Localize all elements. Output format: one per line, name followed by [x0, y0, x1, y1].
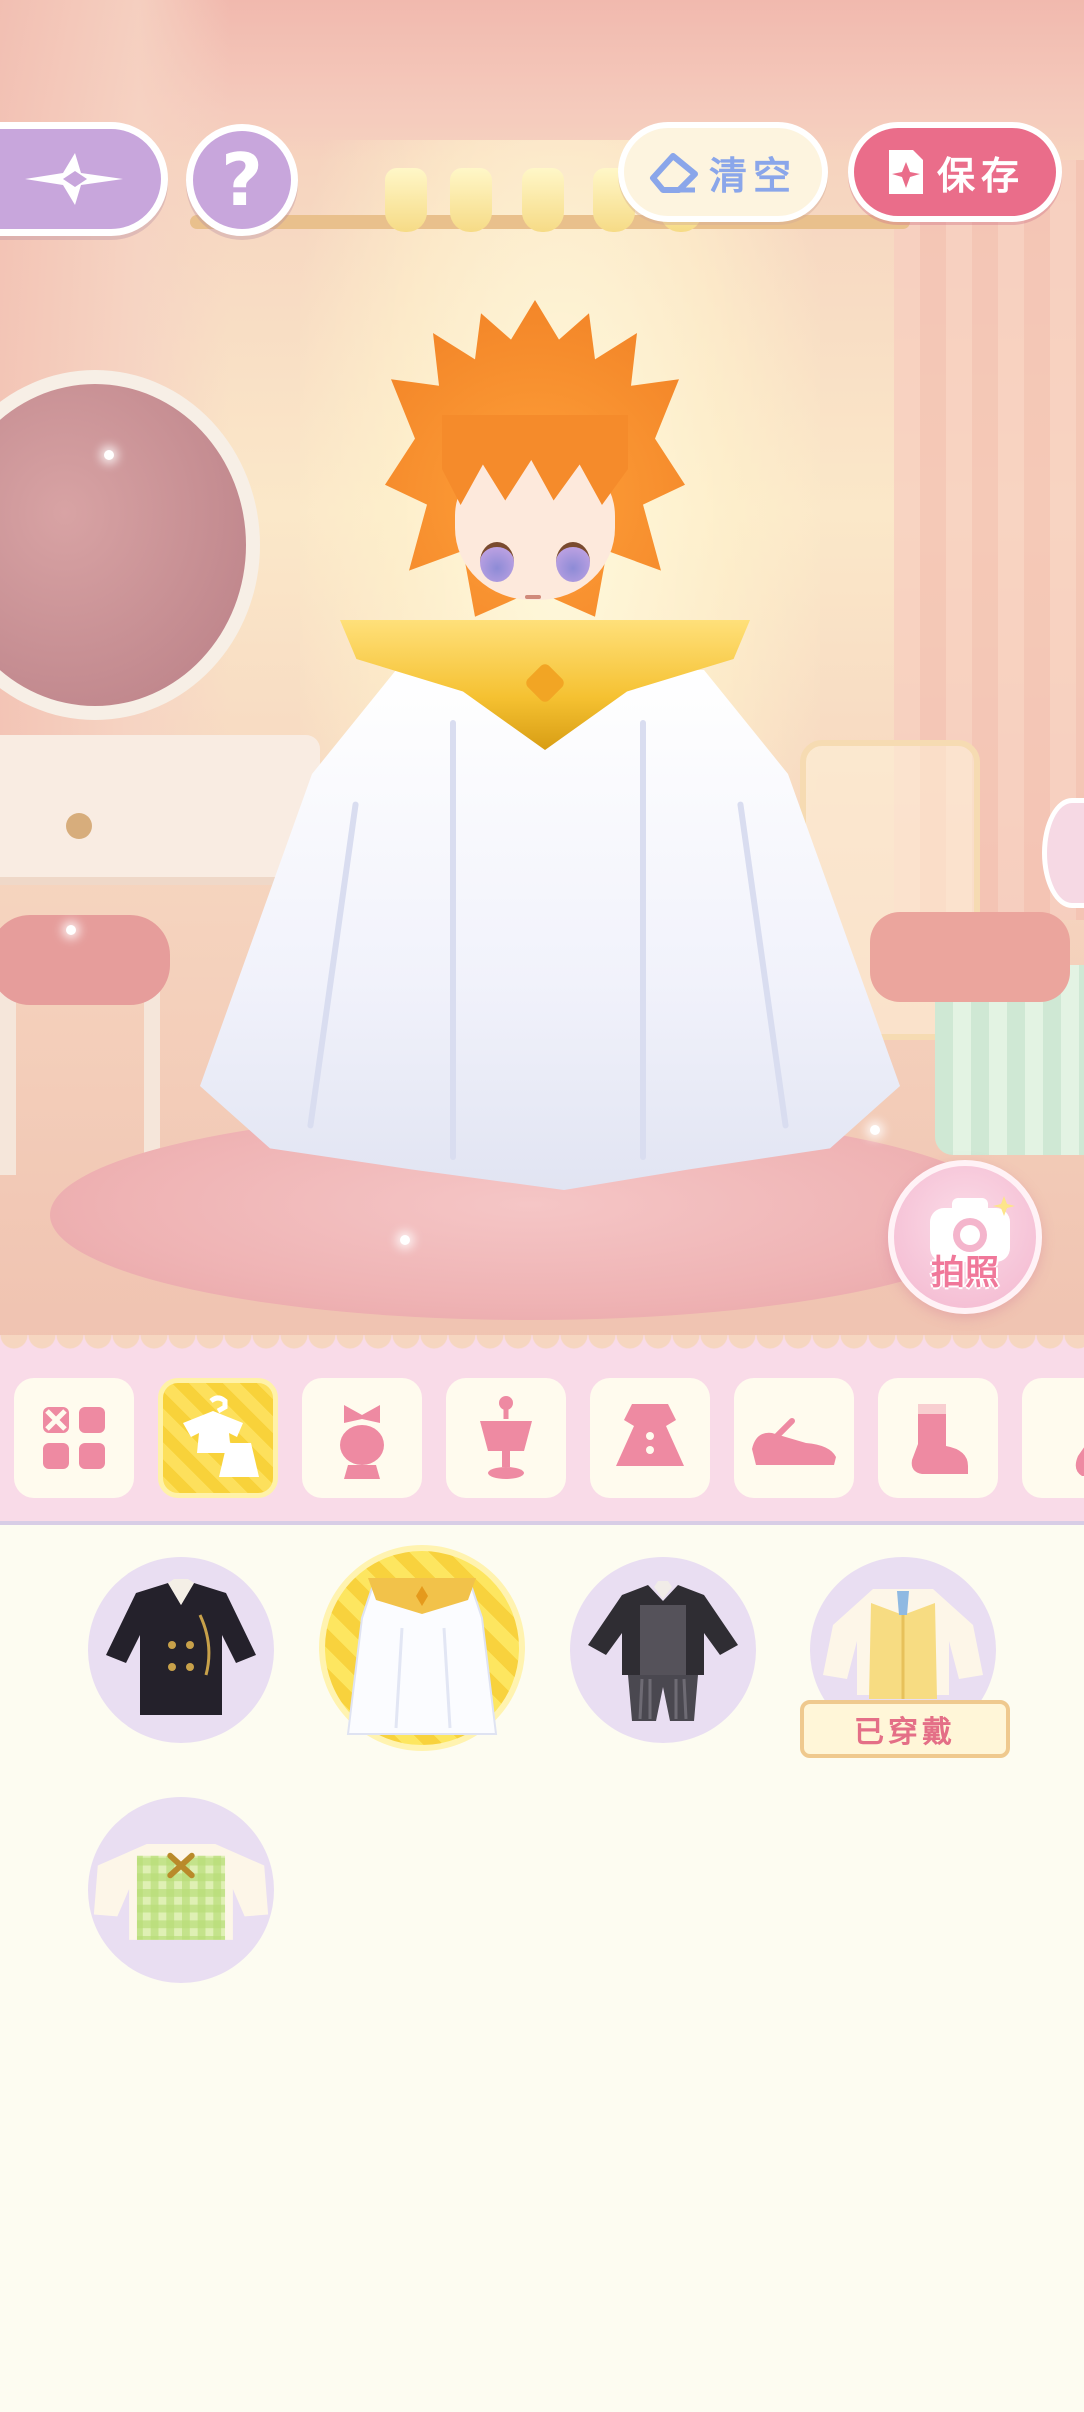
hair-icon	[340, 1405, 384, 1479]
worn-label: 已穿戴	[854, 1715, 956, 1750]
help-button[interactable]: ?	[186, 124, 298, 236]
stool-legs	[0, 985, 160, 1175]
save-label: 保存	[936, 153, 1025, 198]
sparkle	[66, 925, 76, 935]
category-all[interactable]	[14, 1378, 134, 1498]
clear-label: 清空	[708, 153, 797, 198]
sparkle	[400, 1235, 410, 1245]
partial-icon	[1075, 1447, 1084, 1476]
cape-fold	[640, 720, 646, 1160]
left-eye	[480, 542, 514, 582]
white-cape-icon	[346, 1578, 498, 1735]
cape-fold	[450, 720, 456, 1160]
black-coat-icon	[106, 1579, 256, 1715]
worn-badge: 已穿戴	[800, 1700, 1010, 1758]
dress-icon	[616, 1404, 684, 1466]
item-white-cape[interactable]	[319, 1545, 525, 1751]
category-socks[interactable]	[878, 1378, 998, 1498]
gray-suit-icon	[588, 1581, 738, 1721]
eraser-icon	[649, 153, 698, 193]
lamp	[385, 168, 427, 232]
right-eye	[556, 542, 590, 582]
top-icon	[480, 1396, 532, 1479]
category-more[interactable]	[1022, 1378, 1084, 1498]
category-shoes[interactable]	[734, 1378, 854, 1498]
white-cape	[200, 670, 900, 1190]
clear-button[interactable]: 清空	[618, 122, 828, 222]
item-gray-suit[interactable]	[570, 1557, 756, 1743]
item-black-coat[interactable]	[88, 1557, 274, 1743]
category-dress[interactable]	[590, 1378, 710, 1498]
question-icon: ?	[221, 138, 263, 222]
category-hair[interactable]	[302, 1378, 422, 1498]
save-button[interactable]: 保存	[848, 122, 1062, 222]
category-outfit[interactable]	[158, 1378, 278, 1498]
category-top[interactable]	[446, 1378, 566, 1498]
lamp	[450, 168, 492, 232]
mouth	[525, 595, 541, 599]
stool	[0, 915, 170, 1005]
item-green-plaid[interactable]	[88, 1797, 274, 1983]
drawer-knob	[66, 813, 92, 839]
shoes-icon	[752, 1418, 836, 1465]
lamp	[522, 168, 564, 232]
green-plaid-top-icon	[93, 1843, 269, 1940]
back-button[interactable]	[0, 122, 168, 236]
photo-button[interactable]: 拍照	[888, 1160, 1042, 1314]
socks-icon	[911, 1404, 968, 1474]
category-bar	[0, 1335, 1084, 1525]
sparkle	[104, 450, 114, 460]
outfit-icon	[183, 1395, 259, 1477]
scallop-border	[0, 1335, 1084, 1357]
avatar-character[interactable]	[180, 280, 920, 1230]
grid-icon	[43, 1407, 105, 1469]
photo-label: 拍照	[931, 1253, 999, 1293]
save-file-icon	[888, 150, 923, 194]
sparkle-back-icon	[25, 153, 123, 205]
